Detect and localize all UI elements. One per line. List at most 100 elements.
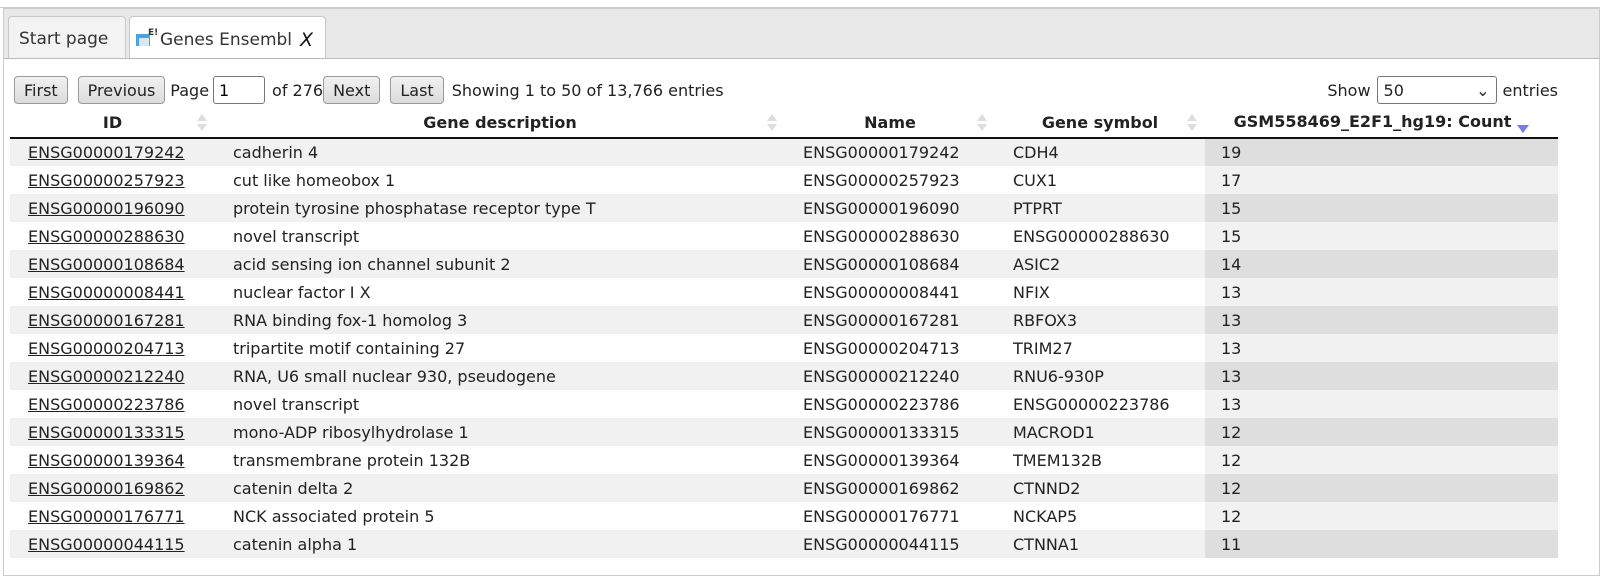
table-row: ENSG00000167281 RNA binding fox-1 homolog… (10, 306, 1558, 334)
gene-id-link-cell: ENSG00000204713 (10, 334, 215, 362)
gene-id-link-cell: ENSG00000223786 (10, 390, 215, 418)
gene-id-link-cell: ENSG00000008441 (10, 278, 215, 306)
gene-symbol-cell: ASIC2 (995, 250, 1205, 278)
page-length: Show 50 ⌄ entries (1327, 76, 1558, 104)
gene-id-link-cell: ENSG00000212240 (10, 362, 215, 390)
gene-description-cell: protein tyrosine phosphatase receptor ty… (215, 194, 785, 222)
close-tab-icon[interactable]: X (300, 29, 313, 51)
gene-description-cell: NCK associated protein 5 (233, 506, 435, 526)
table-row: ENSG00000196090 protein tyrosine phosphat… (10, 194, 1558, 222)
gene-id-link-cell: ENSG00000196090 (10, 194, 215, 222)
selected-value: 50 (1383, 80, 1404, 100)
page-length-select[interactable]: 50 ⌄ (1376, 76, 1497, 104)
sort-icon (1187, 114, 1197, 132)
table-row: ENSG00000179242 cadherin 4 ENSG00000179242… (10, 138, 1558, 166)
header-label: ID (102, 113, 123, 132)
column-header-gene-symbol[interactable]: Gene symbol (995, 108, 1205, 139)
gene-id-link[interactable]: ENSG00000167281 (28, 311, 185, 330)
gene-id-link[interactable]: ENSG00000133315 (28, 423, 185, 442)
table-row: ENSG00000223786 novel transcript ENSG00000… (10, 390, 1558, 418)
table-row: ENSG00000204713 tripartite motif containi… (10, 334, 1558, 362)
gene-id-link[interactable]: ENSG00000008441 (28, 283, 185, 302)
gene-description-cell: cut like homeobox 1 (233, 170, 396, 190)
count-value-cell: 11 (1205, 530, 1558, 558)
column-header-count[interactable]: GSM558469_E2F1_hg19: Count (1205, 108, 1558, 139)
last-page-button[interactable]: Last (390, 76, 444, 104)
gene-id-link-cell: ENSG00000133315 (10, 418, 215, 446)
gene-name-cell: ENSG00000204713 (803, 338, 960, 358)
gene-symbol-cell: PTPRT (995, 194, 1205, 222)
page-label: Page (170, 80, 210, 100)
table-row: ENSG00000288630 novel transcript ENSG00000… (10, 222, 1558, 250)
gene-symbol-cell: RNU6-930P (995, 362, 1205, 390)
gene-name-cell: ENSG00000133315 (785, 418, 995, 446)
tab-genes-ensembl[interactable]: E! Genes Ensembl X (129, 16, 326, 62)
column-header-description[interactable]: Gene description (215, 108, 785, 139)
count-value-cell: 13 (1205, 362, 1558, 390)
table-row: ENSG00000133315 mono-ADP ribosylhydrolase… (10, 418, 1558, 446)
gene-id-link[interactable]: ENSG00000176771 (28, 507, 185, 526)
column-header-name[interactable]: Name (785, 108, 995, 139)
genes-table: ID Gene description Name Gene symbol GSM… (10, 108, 1558, 558)
gene-name-cell: ENSG00000212240 (785, 362, 995, 390)
gene-name-cell: ENSG00000167281 (785, 306, 995, 334)
table-row: ENSG00000169862 catenin delta 2 ENSG000001… (10, 474, 1558, 502)
gene-id-link[interactable]: ENSG00000212240 (28, 367, 185, 386)
gene-id-link[interactable]: ENSG00000169862 (28, 479, 185, 498)
gene-id-link[interactable]: ENSG00000179242 (28, 143, 185, 162)
gene-description-cell: novel transcript (233, 394, 360, 414)
count-value-cell: 12 (1205, 474, 1558, 502)
count-value-cell: 17 (1205, 166, 1558, 194)
column-header-id[interactable]: ID (10, 108, 215, 139)
gene-id-link-cell: ENSG00000288630 (10, 222, 215, 250)
gene-id-link[interactable]: ENSG00000196090 (28, 199, 185, 218)
gene-id-link[interactable]: ENSG00000257923 (28, 171, 185, 190)
next-page-button[interactable]: Next (323, 76, 381, 104)
gene-description-cell: cadherin 4 (215, 138, 785, 166)
header-label: GSM558469_E2F1_hg19: Count (1233, 112, 1512, 131)
header-label: Name (864, 113, 916, 132)
gene-symbol-cell: TRIM27 (1013, 338, 1073, 358)
gene-symbol-cell: CUX1 (1013, 170, 1058, 190)
tab-label: Start page (19, 28, 109, 49)
gene-name-cell: ENSG00000176771 (803, 506, 960, 526)
count-value-cell: 13 (1205, 278, 1558, 306)
window-top (0, 0, 1600, 8)
sort-icon (767, 114, 777, 132)
gene-id-link-cell: ENSG00000169862 (10, 474, 215, 502)
gene-id-link-cell: ENSG00000167281 (10, 306, 215, 334)
gene-description-cell: transmembrane protein 132B (233, 450, 471, 470)
chevron-down-icon: ⌄ (1476, 80, 1490, 100)
gene-id-link[interactable]: ENSG00000108684 (28, 255, 185, 274)
count-value-cell: 15 (1205, 194, 1558, 222)
gene-id-link-cell: ENSG00000257923 (10, 166, 215, 194)
page-number-input[interactable] (213, 76, 266, 104)
count-value-cell: 15 (1205, 222, 1558, 250)
gene-description-cell: novel transcript (233, 226, 360, 246)
gene-id-link[interactable]: ENSG00000288630 (28, 227, 185, 246)
sort-icon (197, 114, 207, 132)
first-page-button[interactable]: First (14, 76, 68, 104)
previous-page-button[interactable]: Previous (77, 76, 166, 104)
gene-id-link[interactable]: ENSG00000044115 (28, 535, 185, 554)
gene-id-link-cell: ENSG00000044115 (10, 530, 215, 558)
gene-id-link[interactable]: ENSG00000204713 (28, 339, 185, 358)
gene-description-cell: acid sensing ion channel subunit 2 (215, 250, 785, 278)
tab-start-page[interactable]: Start page (8, 16, 126, 60)
tab-label: Genes Ensembl (160, 29, 293, 50)
tab-bar: Start page E! Genes Ensembl X (3, 8, 1600, 62)
gene-name-cell: ENSG00000169862 (785, 474, 995, 502)
gene-name-cell: ENSG00000044115 (785, 530, 995, 558)
gene-name-cell: ENSG00000288630 (803, 226, 960, 246)
sort-descending-icon (1517, 125, 1530, 133)
gene-description-cell: catenin alpha 1 (215, 530, 785, 558)
gene-symbol-cell: TMEM132B (1013, 450, 1103, 470)
count-value-cell: 13 (1205, 334, 1558, 362)
gene-id-link[interactable]: ENSG00000139364 (28, 451, 185, 470)
gene-id-link-cell: ENSG00000139364 (10, 446, 215, 474)
table-row: ENSG00000044115 catenin alpha 1 ENSG000000… (10, 530, 1558, 558)
count-value-cell: 19 (1205, 138, 1558, 166)
gene-id-link[interactable]: ENSG00000223786 (28, 395, 185, 414)
gene-symbol-cell: ENSG00000223786 (1013, 394, 1170, 414)
gene-description-cell: RNA, U6 small nuclear 930, pseudogene (215, 362, 785, 390)
